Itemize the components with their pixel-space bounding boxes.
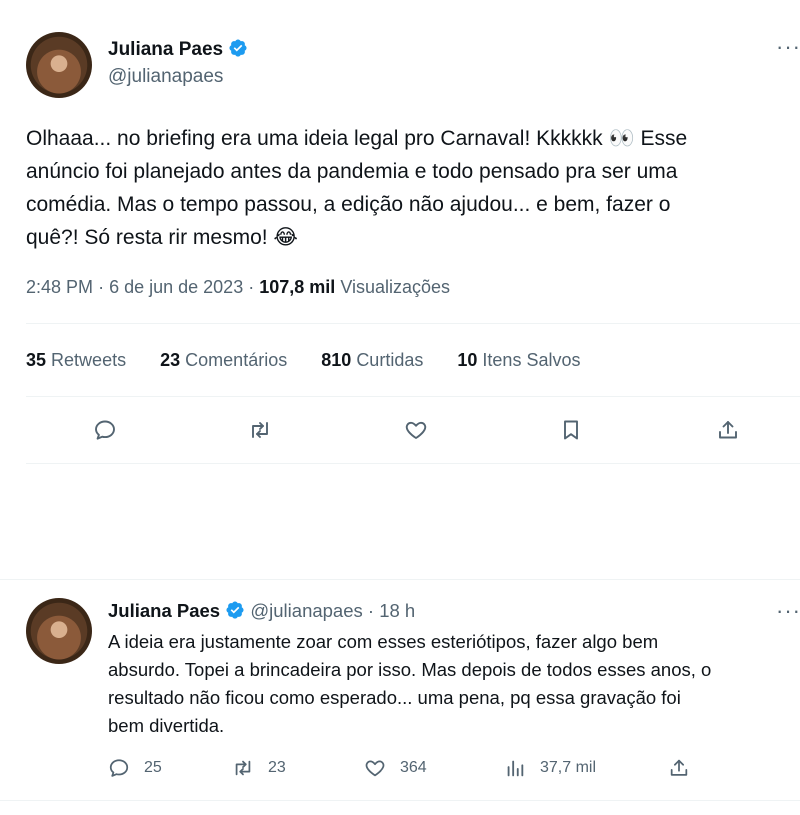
retweets-label: Retweets xyxy=(51,350,127,370)
views-count: 107,8 mil xyxy=(259,277,336,297)
reply-text-line: bem divertida. xyxy=(108,715,225,736)
author-avatar[interactable] xyxy=(26,32,92,98)
reply-text-line: resultado não ficou como esperado... uma… xyxy=(108,687,681,708)
reply-text: A ideia era justamente zoar com esses es… xyxy=(108,628,798,740)
views-label: Visualizações xyxy=(340,277,451,297)
more-options-icon[interactable]: ··· xyxy=(776,598,800,624)
views-chart-icon xyxy=(504,757,526,779)
author-name[interactable]: Juliana Paes xyxy=(108,39,223,60)
tweet-text-line: comédia. Mas o tempo passou, a edição nã… xyxy=(26,193,671,216)
reply-age[interactable]: 18 h xyxy=(379,600,415,621)
reply-handle[interactable]: @julianapaes xyxy=(250,600,362,621)
comments-label: Comentários xyxy=(185,350,288,370)
divider xyxy=(0,579,800,580)
share-icon[interactable] xyxy=(668,757,690,779)
likes-count: 364 xyxy=(400,759,427,776)
screenshot-seam xyxy=(0,520,800,572)
divider xyxy=(26,396,800,397)
tweet-text-line: anúncio foi planejado antes da pandemia … xyxy=(26,160,678,183)
share-icon[interactable] xyxy=(716,418,740,442)
author-handle[interactable]: @julianapaes xyxy=(108,66,223,88)
retweets-count: 23 xyxy=(268,759,286,776)
comments-stat[interactable]: 23 Comentários xyxy=(160,350,287,370)
saved-label: Itens Salvos xyxy=(482,350,581,370)
likes-stat[interactable]: 810 Curtidas xyxy=(321,350,423,370)
reply-icon[interactable] xyxy=(93,418,117,442)
reply-author-avatar[interactable] xyxy=(26,598,92,664)
views-count: 37,7 mil xyxy=(540,759,597,776)
likes-label: Curtidas xyxy=(356,350,424,370)
likes-count: 810 xyxy=(321,350,352,370)
tweet-meta: 2:48 PM · 6 de jun de 2023 · 107,8 mil V… xyxy=(26,277,450,298)
reply-text-line: absurdo. Topei a brincadeira por isso. M… xyxy=(108,659,712,680)
divider xyxy=(26,323,800,324)
author-name-row: Juliana Paes xyxy=(108,38,248,61)
retweets-stat[interactable]: 35 Retweets xyxy=(26,350,126,370)
tweet-date[interactable]: 6 de jun de 2023 xyxy=(109,277,243,297)
reply-header: Juliana Paes @julianapaes · 18 h xyxy=(108,600,415,622)
tweet-time[interactable]: 2:48 PM xyxy=(26,277,93,297)
saved-stat[interactable]: 10 Itens Salvos xyxy=(457,350,580,370)
tweet-text-line: Olhaaa... no briefing era uma ideia lega… xyxy=(26,127,688,150)
reply-author-name[interactable]: Juliana Paes xyxy=(108,600,220,621)
verified-badge-icon xyxy=(225,600,245,620)
verified-badge-icon xyxy=(228,38,248,58)
separator-dot: · xyxy=(98,277,105,297)
separator-dot: · xyxy=(367,600,375,621)
comments-count: 23 xyxy=(160,350,181,370)
tweet-text: Olhaaa... no briefing era uma ideia lega… xyxy=(26,122,796,254)
reply-text-line: A ideia era justamente zoar com esses es… xyxy=(108,631,659,652)
reply-views-action[interactable]: 37,7 mil xyxy=(504,757,596,779)
reply-replies-action[interactable]: 25 xyxy=(108,757,162,779)
like-icon xyxy=(364,757,386,779)
reply-likes-action[interactable]: 364 xyxy=(364,757,427,779)
retweets-count: 35 xyxy=(26,350,47,370)
divider xyxy=(26,463,800,464)
tweet-text-line: quê?! Só resta rir mesmo! 😂 xyxy=(26,226,298,249)
reply-retweets-action[interactable]: 23 xyxy=(232,757,286,779)
saved-count: 10 xyxy=(457,350,478,370)
replies-count: 25 xyxy=(144,759,162,776)
reply-icon xyxy=(108,757,130,779)
more-options-icon[interactable]: ··· xyxy=(776,34,800,60)
bookmark-icon[interactable] xyxy=(559,418,583,442)
retweet-icon xyxy=(232,757,254,779)
divider xyxy=(0,800,800,801)
separator-dot: · xyxy=(248,277,255,297)
like-icon[interactable] xyxy=(404,418,428,442)
stats-row: 35 Retweets 23 Comentários 810 Curtidas … xyxy=(26,350,580,371)
retweet-icon[interactable] xyxy=(248,418,272,442)
